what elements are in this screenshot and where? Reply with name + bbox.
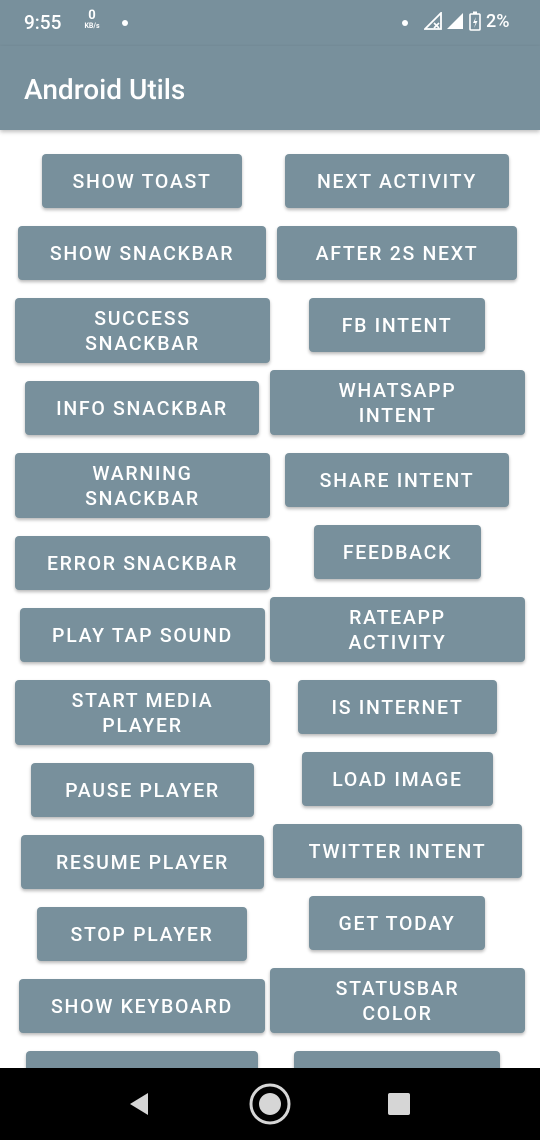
resume-player-button[interactable]: RESUME PLAYER [21, 835, 264, 889]
next-activity-button[interactable]: NEXT ACTIVITY [285, 154, 509, 208]
stop-player-button[interactable]: STOP PLAYER [37, 907, 247, 961]
button-grid: SHOW TOAST NEXT ACTIVITY SHOW SNACKBAR A… [0, 130, 540, 1068]
recent-apps-icon[interactable] [388, 1093, 410, 1115]
app-bar: Android Utils [0, 46, 540, 130]
network-speed-value: 0 [88, 8, 96, 23]
signal-icon [447, 13, 463, 29]
partial-button[interactable] [294, 1051, 500, 1068]
fb-intent-button[interactable]: FB INTENT [309, 298, 485, 352]
statusbar-color-button[interactable]: STATUSBAR COLOR [270, 968, 525, 1033]
play-tap-sound-button[interactable]: PLAY TAP SOUND [20, 608, 265, 662]
show-keyboard-button[interactable]: SHOW KEYBOARD [19, 979, 265, 1033]
success-snackbar-button[interactable]: SUCCESS SNACKBAR [15, 298, 270, 363]
show-snackbar-button[interactable]: SHOW SNACKBAR [18, 226, 266, 280]
share-intent-button[interactable]: SHARE INTENT [285, 453, 509, 507]
load-image-button[interactable]: LOAD IMAGE [302, 752, 493, 806]
info-snackbar-button[interactable]: INFO SNACKBAR [25, 381, 259, 435]
feedback-button[interactable]: FEEDBACK [314, 525, 481, 579]
rateapp-activity-button[interactable]: RATEAPP ACTIVITY [270, 597, 525, 662]
signal-no-data-icon [424, 12, 442, 30]
is-internet-button[interactable]: IS INTERNET [298, 680, 497, 734]
warning-snackbar-button[interactable]: WARNING SNACKBAR [15, 453, 270, 518]
start-media-player-button[interactable]: START MEDIA PLAYER [15, 680, 270, 745]
battery-percentage: 2% [486, 11, 510, 32]
get-today-button[interactable]: GET TODAY [309, 896, 485, 950]
error-snackbar-button[interactable]: ERROR SNACKBAR [15, 536, 270, 590]
notification-dot-icon [402, 20, 408, 26]
pause-player-button[interactable]: PAUSE PLAYER [31, 763, 254, 817]
status-time: 9:55 [24, 11, 62, 34]
notification-dot-icon [122, 20, 128, 26]
whatsapp-intent-button[interactable]: WHATSAPP INTENT [270, 370, 525, 435]
app-title: Android Utils [24, 73, 186, 106]
status-bar: 9:55 0 KB/s 2% [0, 0, 540, 46]
show-toast-button[interactable]: SHOW TOAST [42, 154, 242, 208]
partial-button[interactable] [26, 1051, 258, 1068]
network-speed: 0 KB/s [80, 9, 104, 30]
battery-charging-icon [469, 11, 481, 31]
twitter-intent-button[interactable]: TWITTER INTENT [273, 824, 522, 878]
network-speed-unit: KB/s [84, 22, 100, 30]
home-icon[interactable] [248, 1082, 292, 1126]
after-2s-next-button[interactable]: AFTER 2S NEXT [277, 226, 517, 280]
back-icon[interactable] [128, 1092, 152, 1116]
